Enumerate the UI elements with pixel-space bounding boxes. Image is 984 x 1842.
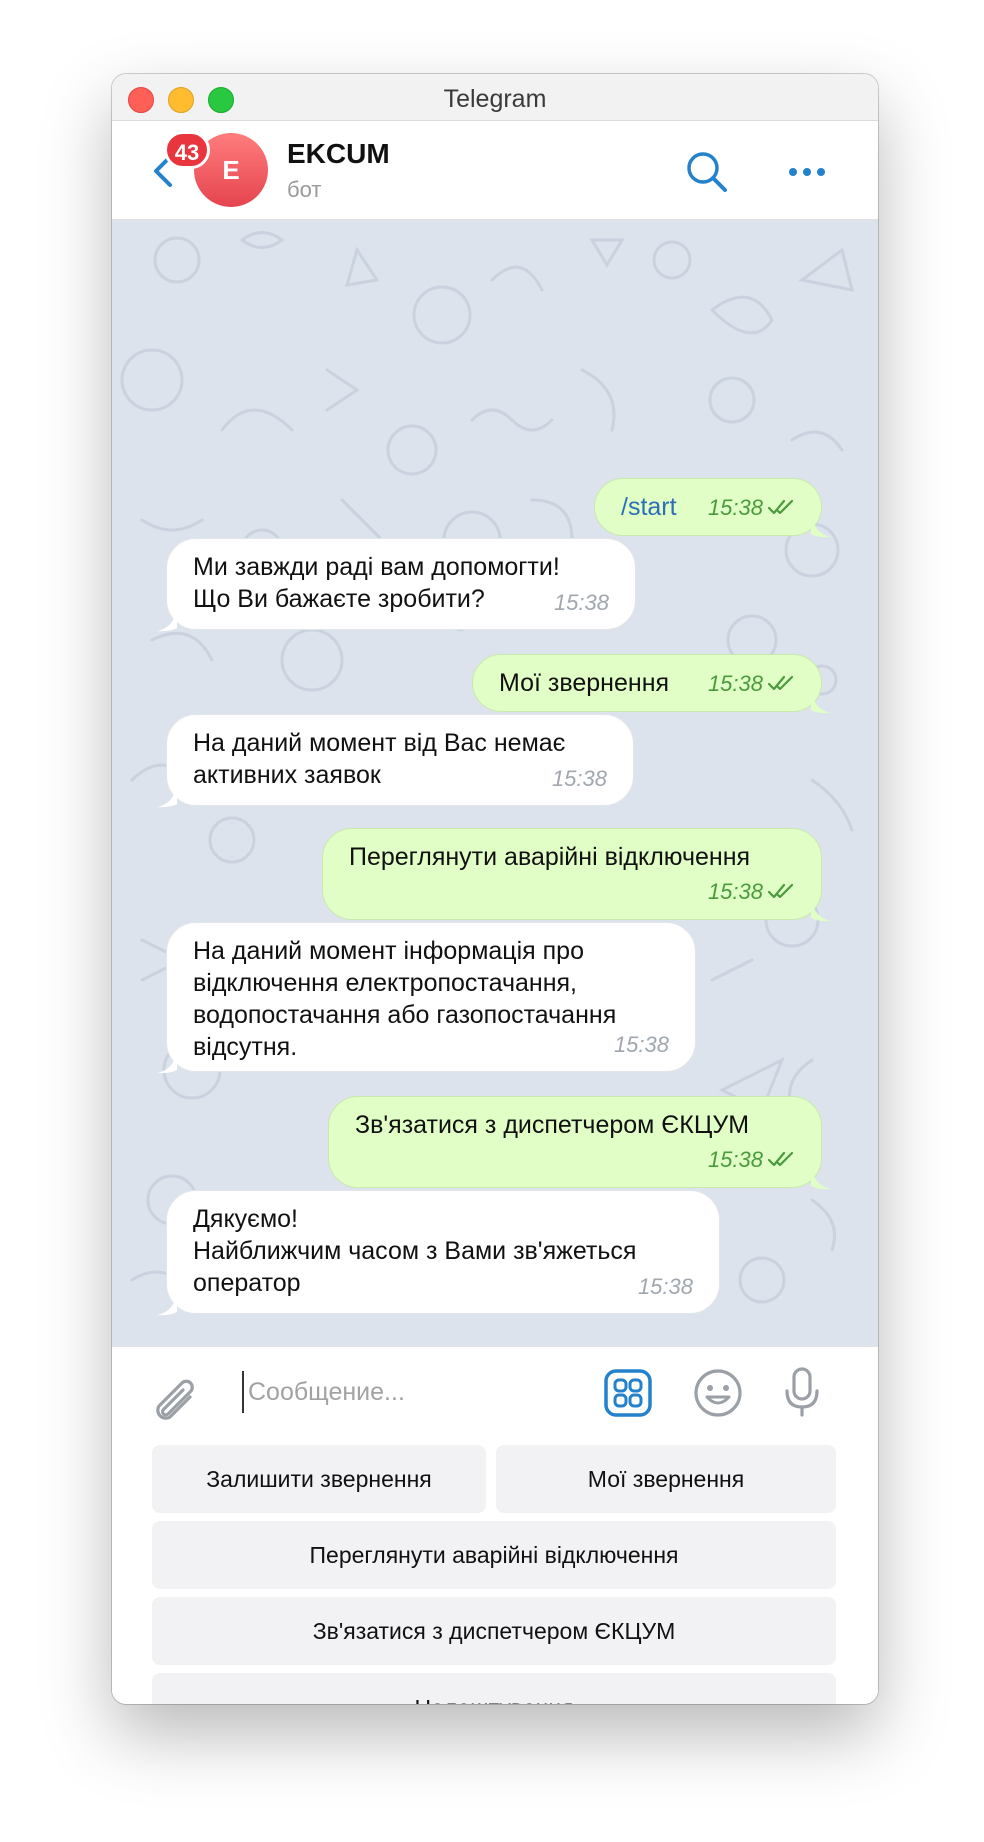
chat-name[interactable]: EKCUM (287, 138, 390, 170)
search-icon (684, 149, 730, 195)
microphone-button[interactable] (780, 1365, 824, 1419)
more-button[interactable] (784, 149, 830, 195)
bubble-tail (155, 1050, 177, 1074)
message-time: 15:38 (613, 1032, 669, 1057)
telegram-window: Telegram E 43 EKCUM бот /start 15:38 Ми … (112, 74, 878, 1704)
search-button[interactable] (684, 149, 730, 195)
message-text: На даний момент інформація про відключен… (193, 937, 617, 1061)
outgoing-message-bubble[interactable]: /start 15:38 (594, 478, 831, 538)
message-time: 15:38 (637, 1274, 693, 1299)
message-time: 15:38 (707, 878, 763, 904)
bubble-tail (811, 1166, 833, 1190)
message-meta: 15:38 (552, 763, 607, 795)
bubble-tail (811, 898, 833, 922)
message-meta: 15:38 (708, 492, 795, 525)
double-check-icon (767, 877, 795, 909)
bubble-tail (155, 1292, 177, 1316)
emoji-icon (692, 1367, 744, 1419)
message-time: 15:38 (553, 590, 609, 615)
title-bar: Telegram (112, 74, 878, 121)
message-meta: 15:38 (638, 1271, 693, 1303)
incoming-message-bubble[interactable]: На даний момент інформація про відключен… (157, 922, 696, 1074)
bubble-tail (155, 784, 177, 808)
incoming-message-bubble[interactable]: Дякуємо! Найближчим часом з Вами зв'яжет… (157, 1190, 720, 1316)
message-time: 15:38 (551, 766, 607, 791)
kbd-button-contact-dispatcher[interactable]: Зв'язатися з диспетчером ЄКЦУМ (152, 1597, 836, 1665)
more-dots-icon (784, 149, 830, 195)
message-text: На даний момент від Вас немає активних з… (193, 729, 566, 789)
kbd-button-settings[interactable]: Налаштування (152, 1673, 836, 1704)
message-text: Дякуємо! Найближчим часом з Вами зв'яжет… (193, 1205, 637, 1297)
message-time: 15:38 (707, 494, 763, 520)
bubble-tail (155, 608, 177, 632)
message-list[interactable]: /start 15:38 Ми завжди раді вам допомогти!… (112, 220, 878, 1346)
kbd-button-outages[interactable]: Переглянути аварійні відключення (152, 1521, 836, 1589)
message-time: 15:38 (707, 670, 763, 696)
message-input[interactable] (242, 1371, 590, 1413)
paperclip-icon (150, 1371, 200, 1425)
attach-button[interactable] (150, 1371, 200, 1425)
message-meta: 15:38 (708, 876, 795, 909)
chat-header: E 43 EKCUM бот (112, 121, 878, 220)
message-text: Зв'язатися з диспетчером ЄКЦУМ (355, 1111, 750, 1139)
outgoing-message-bubble[interactable]: Зв'язатися з диспетчером ЄКЦУМ 15:38 (328, 1096, 831, 1190)
emoji-button[interactable] (692, 1367, 744, 1419)
double-check-icon (767, 1145, 795, 1177)
double-check-icon (767, 493, 795, 525)
composer: Залишити звернення Мої звернення Перегля… (112, 1346, 878, 1704)
bot-keyboard-button[interactable] (602, 1367, 654, 1419)
bot-keyboard-icon (602, 1367, 654, 1419)
kbd-button-my-requests[interactable]: Мої звернення (496, 1445, 836, 1513)
window-title: Telegram (443, 85, 547, 113)
message-time: 15:38 (707, 1146, 763, 1172)
bubble-tail (811, 514, 833, 538)
chat-status: бот (287, 177, 322, 202)
message-meta: 15:38 (614, 1029, 669, 1061)
message-meta: 15:38 (708, 1144, 795, 1177)
outgoing-message-bubble[interactable]: Мої звернення 15:38 (472, 654, 831, 714)
incoming-message-bubble[interactable]: Ми завжди раді вам допомогти! Що Ви бажа… (157, 538, 636, 632)
message-text: Ми завжди раді вам допомогти! Що Ви бажа… (193, 553, 560, 613)
outgoing-message-bubble[interactable]: Переглянути аварійні відключення 15:38 (322, 828, 831, 922)
double-check-icon (767, 669, 795, 701)
message-text: Переглянути аварійні відключення (349, 843, 751, 871)
incoming-message-bubble[interactable]: На даний момент від Вас немає активних з… (157, 714, 634, 808)
unread-count-badge: 43 (164, 131, 210, 169)
microphone-icon (780, 1365, 824, 1419)
message-meta: 15:38 (708, 668, 795, 701)
message-meta: 15:38 (554, 587, 609, 619)
kbd-button-new-request[interactable]: Залишити звернення (152, 1445, 486, 1513)
bubble-tail (811, 690, 833, 714)
